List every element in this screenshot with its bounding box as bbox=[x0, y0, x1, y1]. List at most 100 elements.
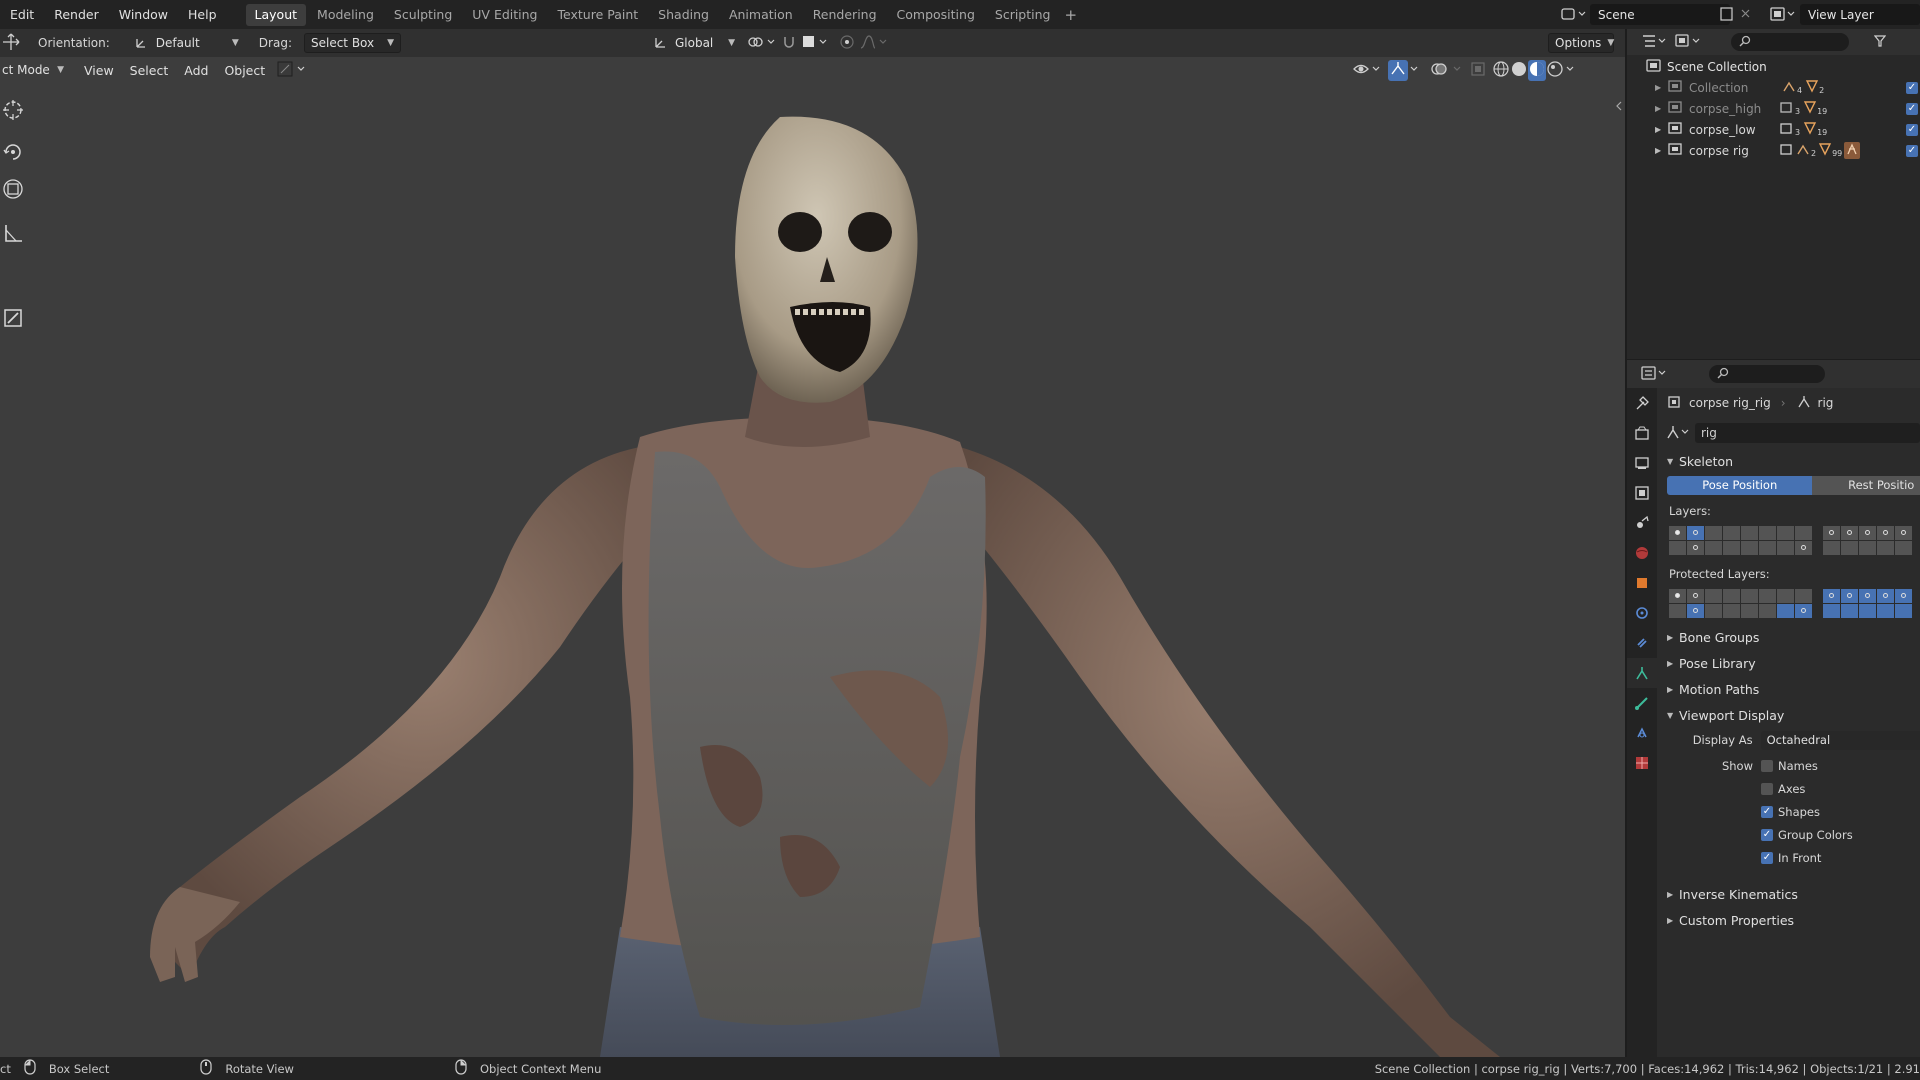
exclude-checkbox[interactable] bbox=[1906, 123, 1918, 136]
gizmo-toggle-icon[interactable] bbox=[1388, 59, 1408, 81]
layer-cell[interactable] bbox=[1759, 525, 1776, 540]
names-checkbox[interactable] bbox=[1761, 759, 1773, 772]
tab-scene[interactable] bbox=[1627, 508, 1657, 538]
menu-help[interactable]: Help bbox=[178, 0, 227, 29]
display-mode-icon[interactable] bbox=[1675, 33, 1703, 52]
pose-library-panel-header[interactable]: ▶ Pose Library bbox=[1657, 650, 1920, 676]
expand-arrow-icon[interactable]: ▶ bbox=[1655, 104, 1667, 113]
layer-cell[interactable] bbox=[1859, 540, 1876, 555]
expand-arrow-icon[interactable]: ▶ bbox=[1655, 146, 1667, 155]
layer-cell[interactable] bbox=[1841, 540, 1858, 555]
tab-object[interactable] bbox=[1627, 568, 1657, 598]
layer-cell[interactable] bbox=[1687, 525, 1704, 540]
skeleton-panel-header[interactable]: ▼ Skeleton bbox=[1657, 448, 1920, 474]
layer-cell[interactable] bbox=[1859, 588, 1876, 603]
layer-cell[interactable] bbox=[1877, 525, 1894, 540]
annotate-tool-icon[interactable] bbox=[0, 303, 26, 333]
layer-cell[interactable] bbox=[1823, 603, 1840, 618]
falloff-icon[interactable] bbox=[859, 34, 889, 53]
3d-viewport[interactable] bbox=[0, 57, 1625, 1057]
cursor-tool-icon[interactable] bbox=[0, 95, 26, 125]
visibility-icon[interactable] bbox=[1352, 60, 1382, 81]
layer-cell[interactable] bbox=[1823, 540, 1840, 555]
pose-position-button[interactable]: Pose Position bbox=[1667, 475, 1813, 495]
layer-cell[interactable] bbox=[1705, 540, 1722, 555]
layer-cell[interactable] bbox=[1705, 603, 1722, 618]
armature-browse-icon[interactable] bbox=[1665, 424, 1691, 443]
exclude-checkbox[interactable] bbox=[1906, 144, 1918, 157]
filter-icon[interactable] bbox=[1873, 34, 1887, 51]
rendered-shading-icon[interactable] bbox=[1546, 60, 1564, 81]
data-name-field[interactable]: rig bbox=[1695, 423, 1920, 443]
new-scene-icon[interactable] bbox=[1720, 7, 1756, 24]
layer-cell[interactable] bbox=[1669, 603, 1686, 618]
layer-cell[interactable] bbox=[1823, 525, 1840, 540]
tab-output[interactable] bbox=[1627, 448, 1657, 478]
tab-rendering[interactable]: Rendering bbox=[804, 4, 886, 26]
viewport-menu-add[interactable]: Add bbox=[176, 63, 216, 78]
tab-texture-paint[interactable]: Texture Paint bbox=[549, 4, 648, 26]
tab-uv-editing[interactable]: UV Editing bbox=[463, 4, 546, 26]
layer-cell[interactable] bbox=[1777, 525, 1794, 540]
bone-groups-panel-header[interactable]: ▶ Bone Groups bbox=[1657, 624, 1920, 650]
sidebar-toggle-icon[interactable] bbox=[1614, 99, 1624, 116]
layer-cell[interactable] bbox=[1687, 540, 1704, 555]
menu-window[interactable]: Window bbox=[109, 0, 178, 29]
outliner-search-input[interactable] bbox=[1731, 33, 1849, 51]
measure-tool-icon[interactable] bbox=[0, 218, 26, 248]
tab-compositing[interactable]: Compositing bbox=[888, 4, 984, 26]
layer-cell[interactable] bbox=[1777, 540, 1794, 555]
proportional-editing-icon[interactable] bbox=[839, 34, 855, 53]
motion-paths-panel-header[interactable]: ▶ Motion Paths bbox=[1657, 676, 1920, 702]
expand-arrow-icon[interactable]: ▶ bbox=[1655, 83, 1667, 92]
layer-cell[interactable] bbox=[1823, 588, 1840, 603]
drag-dropdown[interactable]: Select Box ▼ bbox=[303, 33, 401, 53]
menu-edit[interactable]: Edit bbox=[0, 0, 44, 29]
tab-animation[interactable]: Animation bbox=[720, 4, 802, 26]
rotate-tool-icon[interactable] bbox=[0, 137, 26, 167]
layer-cell[interactable] bbox=[1705, 525, 1722, 540]
display-as-dropdown[interactable]: Octahedral bbox=[1760, 730, 1920, 750]
solid-shading-icon[interactable] bbox=[1510, 60, 1528, 81]
layer-cell[interactable] bbox=[1795, 525, 1812, 540]
group-colors-checkbox[interactable] bbox=[1761, 828, 1773, 841]
axes-checkbox[interactable] bbox=[1761, 782, 1773, 795]
layer-cell[interactable] bbox=[1895, 603, 1912, 618]
tab-world[interactable] bbox=[1627, 538, 1657, 568]
layer-cell[interactable] bbox=[1895, 525, 1912, 540]
tab-scripting[interactable]: Scripting bbox=[986, 4, 1060, 26]
layer-cell[interactable] bbox=[1877, 603, 1894, 618]
layer-cell[interactable] bbox=[1687, 603, 1704, 618]
tab-sculpting[interactable]: Sculpting bbox=[385, 4, 461, 26]
layer-cell[interactable] bbox=[1669, 588, 1686, 603]
layer-cell[interactable] bbox=[1841, 525, 1858, 540]
outliner-editor-type-icon[interactable] bbox=[1641, 33, 1669, 52]
layer-cell[interactable] bbox=[1741, 540, 1758, 555]
layer-cell[interactable] bbox=[1777, 603, 1794, 618]
tab-view-layer[interactable] bbox=[1627, 478, 1657, 508]
scene-selector[interactable]: Scene bbox=[1590, 4, 1730, 25]
exclude-checkbox[interactable] bbox=[1906, 81, 1918, 94]
move-tool-icon[interactable] bbox=[2, 33, 20, 54]
layer-cell[interactable] bbox=[1741, 588, 1758, 603]
menu-render[interactable]: Render bbox=[44, 0, 109, 29]
material-preview-icon[interactable] bbox=[1528, 59, 1546, 81]
transform-orientation-dropdown[interactable]: Global ▼ bbox=[669, 33, 741, 53]
view-layer-browse-icon[interactable] bbox=[1770, 6, 1798, 25]
tab-render[interactable] bbox=[1627, 418, 1657, 448]
layer-cell[interactable] bbox=[1759, 540, 1776, 555]
in-front-checkbox[interactable] bbox=[1761, 851, 1773, 864]
options-dropdown[interactable]: Options ▼ bbox=[1548, 33, 1614, 53]
tab-bone-constraints[interactable] bbox=[1627, 718, 1657, 748]
tab-layout[interactable]: Layout bbox=[245, 3, 307, 26]
layer-cell[interactable] bbox=[1795, 603, 1812, 618]
interaction-mode-dropdown[interactable]: ct Mode ▼ bbox=[0, 60, 66, 80]
outliner-root-row[interactable]: Scene Collection bbox=[1645, 56, 1920, 77]
pivot-point-icon[interactable] bbox=[747, 34, 777, 53]
xray-icon[interactable] bbox=[1470, 60, 1488, 81]
layer-cell[interactable] bbox=[1877, 540, 1894, 555]
expand-arrow-icon[interactable]: ▶ bbox=[1655, 125, 1667, 134]
tab-tool[interactable] bbox=[1627, 388, 1657, 418]
view-layer-selector[interactable]: View Layer bbox=[1800, 4, 1920, 25]
layer-cell[interactable] bbox=[1723, 525, 1740, 540]
